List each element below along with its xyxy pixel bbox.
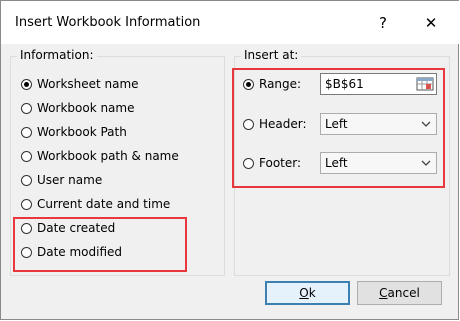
insert-at-group-label: Insert at:: [241, 48, 302, 62]
radio-button[interactable]: [21, 78, 32, 90]
information-group-label: Information:: [17, 48, 97, 62]
radio-button[interactable]: [21, 174, 32, 186]
option-user-name[interactable]: User name: [21, 171, 102, 189]
title-bar: Insert Workbook Information ? ✕: [1, 1, 459, 44]
option-label: Workbook Path: [37, 125, 127, 139]
option-current-date-and-time[interactable]: Current date and time: [21, 195, 170, 213]
radio-button[interactable]: [21, 198, 32, 210]
close-button[interactable]: ✕: [419, 13, 443, 33]
date-options-highlight: [13, 217, 187, 272]
radio-button[interactable]: [21, 126, 32, 138]
ok-button-label: Ok: [299, 286, 316, 300]
option-workbook-path-and-name[interactable]: Workbook path & name: [21, 147, 179, 165]
option-workbook-name[interactable]: Workbook name: [21, 99, 134, 117]
option-label: Workbook name: [37, 101, 135, 115]
option-label: Current date and time: [37, 197, 171, 211]
option-workbook-path[interactable]: Workbook Path: [21, 123, 127, 141]
radio-button[interactable]: [21, 150, 32, 162]
cancel-button[interactable]: Cancel: [357, 281, 442, 305]
insert-at-highlight: [232, 68, 445, 188]
ok-button[interactable]: Ok: [265, 281, 350, 305]
help-button[interactable]: ?: [373, 13, 393, 33]
insert-workbook-information-dialog: Insert Workbook Information ? ✕ Informat…: [0, 0, 459, 320]
option-label: Worksheet name: [37, 77, 139, 91]
option-worksheet-name[interactable]: Worksheet name: [21, 75, 139, 93]
dialog-title: Insert Workbook Information: [15, 15, 201, 30]
option-label: Workbook path & name: [37, 149, 179, 163]
radio-button[interactable]: [21, 102, 32, 114]
cancel-button-label: Cancel: [379, 286, 420, 300]
option-label: User name: [37, 173, 103, 187]
